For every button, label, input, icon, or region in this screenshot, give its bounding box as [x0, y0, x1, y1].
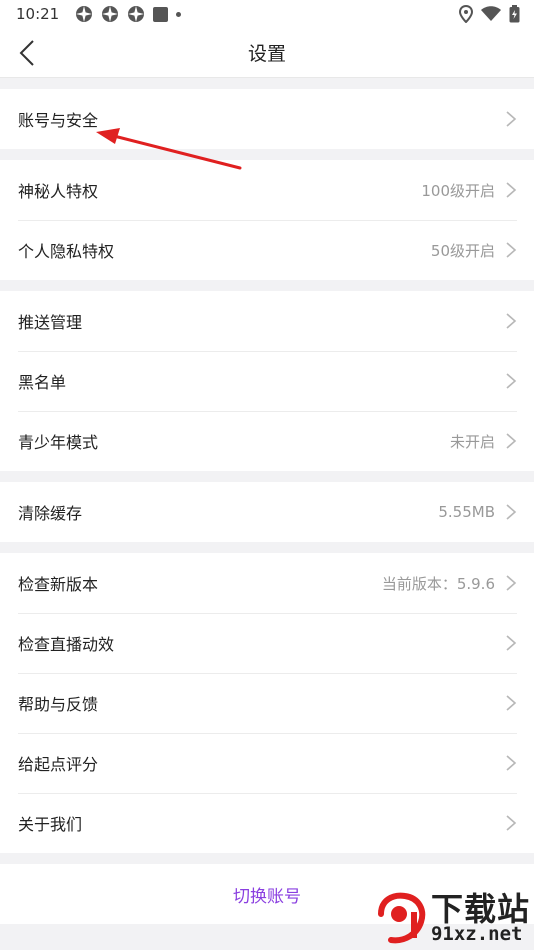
chevron-right-icon: [506, 815, 517, 831]
page-title: 设置: [247, 43, 286, 65]
settings-item-value: 50级开启: [430, 241, 495, 260]
settings-item-check-version[interactable]: 检查新版本 当前版本：5.9.6: [0, 553, 534, 613]
settings-item-label: 检查新版本: [18, 575, 99, 594]
status-bar: 10:21: [0, 0, 534, 28]
battery-icon: [509, 5, 520, 23]
app-notification-icon: [128, 6, 145, 22]
chevron-right-icon: [506, 695, 517, 711]
annotation-arrow-icon: [96, 128, 242, 170]
watermark-url: 91xz.net: [430, 923, 523, 945]
chevron-right-icon: [506, 373, 517, 389]
settings-item-label: 检查直播动效: [18, 635, 115, 654]
status-time: 10:21: [16, 5, 60, 23]
chevron-right-icon: [506, 111, 517, 127]
settings-section-cache: 清除缓存 5.55MB: [0, 482, 534, 542]
wifi-icon: [481, 6, 501, 21]
settings-item-label: 黑名单: [18, 373, 67, 392]
settings-item-label: 清除缓存: [18, 504, 83, 523]
settings-item-rate-app[interactable]: 给起点评分: [0, 733, 534, 793]
settings-item-label: 帮助与反馈: [18, 695, 99, 714]
chevron-right-icon: [506, 242, 517, 258]
back-button[interactable]: [12, 36, 42, 70]
settings-item-help-feedback[interactable]: 帮助与反馈: [0, 673, 534, 733]
settings-item-value: 100级开启: [421, 181, 495, 200]
settings-item-value: 5.55MB: [438, 503, 495, 521]
settings-section-account: 账号与安全: [0, 89, 534, 149]
settings-item-value: 未开启: [449, 432, 495, 451]
watermark-logo-icon: [377, 892, 426, 944]
app-notification-icon: [76, 6, 93, 22]
chevron-right-icon: [506, 182, 517, 198]
settings-item-account-security[interactable]: 账号与安全: [0, 89, 534, 149]
settings-item-privacy-privilege[interactable]: 个人隐私特权 50级开启: [0, 220, 534, 280]
back-arrow-icon: [19, 40, 34, 66]
app-square-icon: [153, 6, 169, 22]
watermark-title: 下载站: [430, 890, 530, 928]
watermark: 下载站 91xz.net: [377, 892, 530, 944]
nav-bar: 设置: [0, 28, 534, 78]
settings-item-about-us[interactable]: 关于我们: [0, 793, 534, 853]
location-icon: [459, 5, 473, 23]
settings-item-label: 青少年模式: [18, 433, 99, 452]
switch-account-label: 切换账号: [233, 886, 301, 907]
settings-item-push-management[interactable]: 推送管理: [0, 291, 534, 351]
app-notification-icon: [102, 6, 119, 22]
settings-item-clear-cache[interactable]: 清除缓存 5.55MB: [0, 482, 534, 542]
settings-item-label: 关于我们: [18, 815, 83, 834]
settings-item-label: 账号与安全: [18, 111, 99, 130]
chevron-right-icon: [506, 575, 517, 591]
more-notifications-dot-icon: [176, 11, 182, 17]
chevron-right-icon: [506, 504, 517, 520]
settings-item-mystery-privilege[interactable]: 神秘人特权 100级开启: [0, 160, 534, 220]
settings-item-label: 个人隐私特权: [18, 242, 115, 261]
chevron-right-icon: [506, 433, 517, 449]
settings-item-blacklist[interactable]: 黑名单: [0, 351, 534, 411]
settings-item-value: 当前版本：5.9.6: [381, 574, 495, 593]
settings-item-label: 神秘人特权: [18, 182, 99, 201]
notification-icons: [75, 5, 182, 23]
settings-item-label: 给起点评分: [18, 755, 99, 774]
settings-item-check-live-effects[interactable]: 检查直播动效: [0, 613, 534, 673]
chevron-right-icon: [506, 755, 517, 771]
settings-section-privileges: 神秘人特权 100级开启 个人隐私特权 50级开启: [0, 160, 534, 280]
system-icons: [459, 5, 520, 23]
settings-item-label: 推送管理: [18, 313, 83, 332]
settings-section-about: 检查新版本 当前版本：5.9.6 检查直播动效 帮助与反馈 给起点评分 关于我们: [0, 553, 534, 853]
chevron-right-icon: [506, 313, 517, 329]
settings-section-notifications: 推送管理 黑名单 青少年模式 未开启: [0, 291, 534, 471]
chevron-right-icon: [506, 635, 517, 651]
settings-item-teen-mode[interactable]: 青少年模式 未开启: [0, 411, 534, 471]
